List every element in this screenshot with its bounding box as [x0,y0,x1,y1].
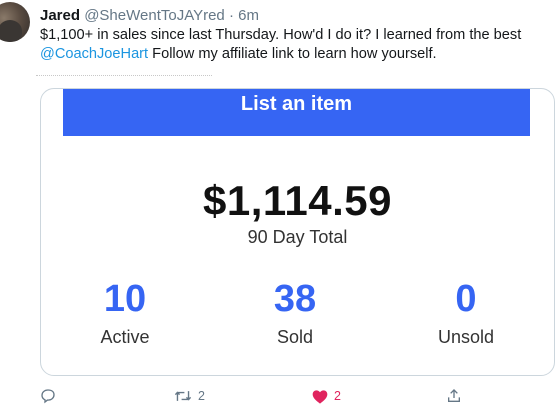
retweet-count: 2 [198,389,205,403]
tweet-text-line1: $1,100+ in sales since last Thursday. Ho… [40,27,522,43]
tweet-text: $1,100+ in sales since last Thursday. Ho… [40,26,550,64]
list-an-item-button: List an item [63,89,530,136]
stat-unsold: 0 Unsold [406,277,526,348]
like-count: 2 [334,389,341,403]
retweet-icon [174,388,192,404]
retweet-button[interactable]: 2 [174,386,205,406]
tweet: Jared @SheWentToJAYred · 6m $1,100+ in s… [0,0,558,414]
author-name[interactable]: Jared [40,7,80,24]
tweet-actions: 2 2 [40,386,520,406]
share-button[interactable] [446,386,462,406]
total-amount: $1,114.59 [202,177,393,224]
like-button[interactable]: 2 [312,386,341,406]
share-icon [446,388,462,404]
stat-sold-value: 38 [273,278,317,320]
tweet-header: Jared @SheWentToJAYred · 6m [40,7,259,25]
stat-active: 10 Active [65,277,185,348]
embedded-image-card[interactable]: List an item $1,114.59 90 Day Total 10 A… [40,88,555,376]
tweet-text-line2: Follow my affiliate link to learn how yo… [148,46,437,62]
stat-unsold-label: Unsold [437,327,495,347]
redacted-link-line [36,64,212,76]
list-an-item-label: List an item [240,93,353,115]
stat-unsold-value: 0 [455,278,477,320]
author-handle[interactable]: @SheWentToJAYred [84,7,225,24]
mention-link[interactable]: @CoachJoeHart [40,46,148,62]
stat-active-value: 10 [103,278,147,320]
separator-dot: · [228,7,234,24]
stat-sold: 38 Sold [235,277,355,348]
avatar[interactable] [0,2,30,42]
reply-icon [40,388,56,404]
reply-button[interactable] [40,386,56,406]
stat-sold-label: Sold [276,327,314,347]
total-label: 90 Day Total [247,227,348,247]
tweet-timestamp[interactable]: 6m [238,7,259,24]
stat-active-label: Active [100,327,150,347]
heart-icon [312,389,328,404]
